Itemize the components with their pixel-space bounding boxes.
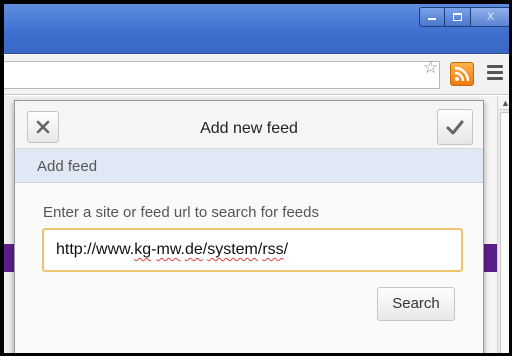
rss-icon: [454, 66, 470, 82]
popup-title: Add new feed: [200, 120, 298, 137]
checkmark-icon: [446, 120, 464, 135]
url-part: de: [184, 241, 203, 258]
maximize-button[interactable]: [445, 7, 471, 27]
confirm-button[interactable]: [437, 109, 473, 145]
maximize-icon: [453, 13, 462, 22]
rss-extension-button[interactable]: [450, 62, 474, 86]
search-button[interactable]: Search: [377, 287, 455, 321]
search-instruction: Enter a site or feed url to search for f…: [43, 204, 319, 221]
browser-toolbar: ☆: [4, 55, 509, 95]
url-part: http://www.: [56, 241, 135, 258]
scroll-thumb[interactable]: [500, 112, 509, 353]
close-window-button[interactable]: X: [471, 7, 509, 27]
window-titlebar: X: [4, 4, 509, 54]
add-feed-popup: Add new feed Add feed Enter a site or fe…: [14, 100, 484, 353]
feed-url-input[interactable]: http://www.kg-mw.de/system/rss/: [42, 228, 463, 272]
url-part: kg: [134, 241, 152, 258]
url-part: /: [283, 241, 289, 258]
section-label: Add feed: [37, 158, 98, 175]
url-part: mw: [156, 241, 181, 258]
section-header: Add feed: [15, 149, 483, 183]
popup-header: Add new feed: [15, 101, 483, 149]
scroll-up-arrow-icon[interactable]: ▲: [498, 96, 509, 110]
address-bar[interactable]: [4, 61, 440, 89]
url-part: rss: [262, 241, 284, 258]
star-icon[interactable]: ☆: [423, 58, 438, 78]
hamburger-menu-icon[interactable]: [487, 65, 503, 83]
page-nav-strip-right: [482, 244, 498, 272]
page-scrollbar[interactable]: ▲: [497, 96, 509, 353]
minimize-icon: [428, 18, 436, 21]
browser-window: X ☆ ▲ Add new feed Add feed Enter a site…: [0, 0, 512, 356]
minimize-button[interactable]: [419, 7, 445, 27]
url-part: system: [207, 241, 258, 258]
close-window-label: X: [486, 11, 495, 23]
